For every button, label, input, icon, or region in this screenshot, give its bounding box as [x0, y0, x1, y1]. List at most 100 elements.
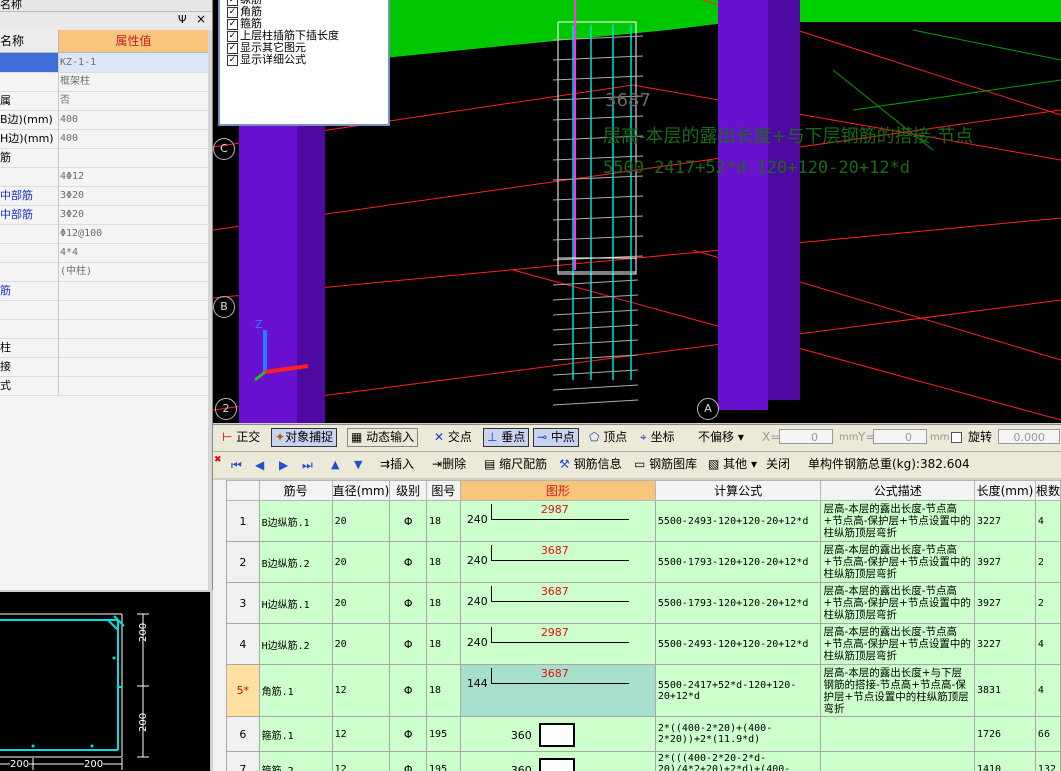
property-row[interactable]: 筋	[0, 281, 208, 301]
header-value[interactable]: 属性值	[59, 30, 208, 53]
property-row[interactable]: B边)(mm) 400	[0, 110, 208, 130]
shape-length-label[interactable]: 3687	[541, 667, 569, 680]
length-cell[interactable]: 3227	[974, 500, 1036, 542]
grade-cell[interactable]: Φ	[389, 716, 428, 752]
count-cell[interactable]: 2	[1034, 582, 1061, 624]
property-row[interactable]: (中柱)	[0, 262, 208, 282]
formula-description-cell[interactable]: 层高-本层的露出长度+与下层钢筋的搭接-节点高+节点高-保护层+节点设置中的柱纵…	[820, 664, 975, 717]
length-cell[interactable]: 3927	[974, 541, 1036, 583]
first-record-icon[interactable]: ⏮	[231, 458, 242, 473]
row-index[interactable]: 1	[226, 500, 260, 542]
figure-number-cell[interactable]: 18	[426, 664, 461, 717]
close-icon[interactable]: ✖	[214, 455, 222, 465]
dynamic-input-button[interactable]: ▦ 动态输入	[347, 428, 419, 447]
table-row[interactable]: 7 箍筋.2 12 Φ 195 360 2*(((400-2*20-2*d-20)/4*2+…	[226, 751, 1061, 771]
pin-icon[interactable]: Ψ	[178, 13, 187, 26]
scale-rebar-button[interactable]: ▤ 缩尺配筋	[481, 455, 550, 474]
length-cell[interactable]: 3831	[974, 664, 1036, 717]
shape-cell[interactable]: 360	[459, 751, 656, 771]
property-row[interactable]: 筋	[0, 148, 208, 168]
layer-checkbox[interactable]: ✓	[227, 31, 238, 42]
grade-cell[interactable]: Φ	[389, 541, 428, 583]
property-value[interactable]: KZ-1-1	[60, 53, 208, 72]
figure-number-cell[interactable]: 195	[426, 751, 461, 771]
delete-button[interactable]: ⇥删除	[429, 455, 469, 474]
next-record-icon[interactable]: ▶	[279, 458, 288, 472]
row-index[interactable]: 6	[226, 716, 260, 752]
formula-cell[interactable]: 5500-2493-120+120-20+12*d	[654, 500, 822, 542]
intersection-button[interactable]: ✕ 交点	[431, 428, 475, 447]
layer-checkbox[interactable]: ✓	[227, 55, 238, 66]
row-index[interactable]: 4	[226, 623, 260, 665]
previous-record-icon[interactable]: ◀	[255, 458, 264, 472]
x-input[interactable]: 0	[779, 429, 833, 444]
formula-description-cell[interactable]: 层高-本层的露出长度-节点高+节点高-保护层+节点设置中的柱纵筋顶层弯折	[820, 541, 975, 583]
insert-button[interactable]: ⇉插入	[377, 455, 417, 474]
property-value[interactable]: Φ12@100	[60, 224, 208, 243]
length-cell[interactable]: 1410	[974, 751, 1036, 771]
shape-length-label[interactable]: 3687	[541, 585, 569, 598]
table-row[interactable]: 5* 角筋.1 12 Φ 18 144 3687 5500-2417+52*d-120+120…	[226, 664, 1061, 717]
property-row[interactable]	[0, 300, 208, 320]
formula-description-cell[interactable]	[820, 751, 975, 771]
property-row[interactable]	[0, 319, 208, 339]
figure-number-cell[interactable]: 195	[426, 716, 461, 752]
grade-cell[interactable]: Φ	[389, 751, 428, 771]
count-cell[interactable]: 4	[1034, 664, 1061, 717]
rebar-name[interactable]: H边纵筋.1	[258, 582, 333, 624]
rebar-info-button[interactable]: ⚒ 钢筋信息	[556, 455, 625, 474]
rebar-name[interactable]: 箍筋.1	[258, 716, 333, 752]
property-value[interactable]: 400	[60, 110, 208, 129]
property-row[interactable]: 4Φ12	[0, 167, 208, 187]
diameter-cell[interactable]: 20	[331, 582, 391, 624]
object-snap-button[interactable]: ✦对象捕捉	[271, 428, 338, 447]
formula-description-cell[interactable]: 层高-本层的露出长度-节点高+节点高-保护层+节点设置中的柱纵筋顶层弯折	[820, 623, 975, 665]
table-row[interactable]: 6箍筋.112Φ1953603602*((400-2*20)+(400-2*20…	[226, 716, 1061, 752]
diameter-cell[interactable]: 20	[331, 541, 391, 583]
shape-length-label[interactable]: 2987	[541, 503, 569, 516]
coordinate-button[interactable]: ⌖ 坐标	[637, 428, 678, 447]
column-header[interactable]: 直径(mm)	[331, 480, 391, 501]
table-row[interactable]: 3 H边纵筋.1 20 Φ 18 240 3687 5500-1793-120+120-20+…	[226, 582, 1061, 624]
property-row[interactable]: 属否	[0, 91, 208, 111]
diameter-cell[interactable]: 20	[331, 623, 391, 665]
ortho-button[interactable]: ⊢ 正交	[219, 428, 263, 447]
formula-cell[interactable]: 2*(((400-2*20-2*d-20)/4*2+20)+2*d)+(400-…	[654, 751, 822, 771]
table-row[interactable]: 2 B边纵筋.2 20 Φ 18 240 3687 5500-1793-120+120-20+…	[226, 541, 1061, 583]
row-index[interactable]: 5*	[226, 664, 260, 717]
perpendicular-button[interactable]: ⊥ 垂点	[483, 428, 530, 447]
shape-length-label[interactable]: 2987	[541, 626, 569, 639]
shape-cell[interactable]: 360360	[459, 716, 656, 752]
diameter-cell[interactable]: 20	[331, 500, 391, 542]
property-value[interactable]: 否	[60, 91, 208, 110]
y-input[interactable]: 0	[873, 429, 927, 444]
count-cell[interactable]: 66	[1034, 716, 1061, 752]
property-row[interactable]: 柱	[0, 338, 208, 358]
table-row[interactable]: 1 B边纵筋.1 20 Φ 18 240 2987 5500-2493-120+120-20+…	[226, 500, 1061, 542]
column-header[interactable]: 根数	[1034, 480, 1061, 501]
layer-checkbox[interactable]: ✓	[227, 19, 238, 30]
rotate-input[interactable]: 0.000	[998, 429, 1060, 444]
length-cell[interactable]: 3927	[974, 582, 1036, 624]
column-header[interactable]	[226, 480, 260, 501]
column-header[interactable]: 筋号	[258, 480, 333, 501]
count-cell[interactable]: 4	[1034, 500, 1061, 542]
figure-number-cell[interactable]: 18	[426, 541, 461, 583]
close-button[interactable]: 关闭	[763, 455, 793, 474]
count-cell[interactable]: 132	[1034, 751, 1061, 771]
property-row[interactable]: 4*4	[0, 243, 208, 263]
property-value[interactable]	[60, 148, 208, 167]
close-icon[interactable]: ×	[196, 12, 206, 26]
property-value[interactable]: 框架柱	[60, 72, 208, 91]
move-up-icon[interactable]: ▲	[331, 458, 339, 471]
column-header[interactable]: 图形	[459, 480, 656, 501]
formula-cell[interactable]: 5500-1793-120+120-20+12*d	[654, 582, 822, 624]
rebar-name[interactable]: 角筋.1	[258, 664, 333, 717]
property-row[interactable]: 接	[0, 357, 208, 377]
property-row[interactable]: 框架柱	[0, 72, 208, 92]
property-value[interactable]: 3Φ20	[60, 205, 208, 224]
column-header[interactable]: 长度(mm)	[974, 480, 1036, 501]
layer-checkbox[interactable]: ✓	[227, 7, 238, 18]
formula-cell[interactable]: 5500-1793-120+120-20+12*d	[654, 541, 822, 583]
property-row[interactable]: Φ12@100	[0, 224, 208, 244]
